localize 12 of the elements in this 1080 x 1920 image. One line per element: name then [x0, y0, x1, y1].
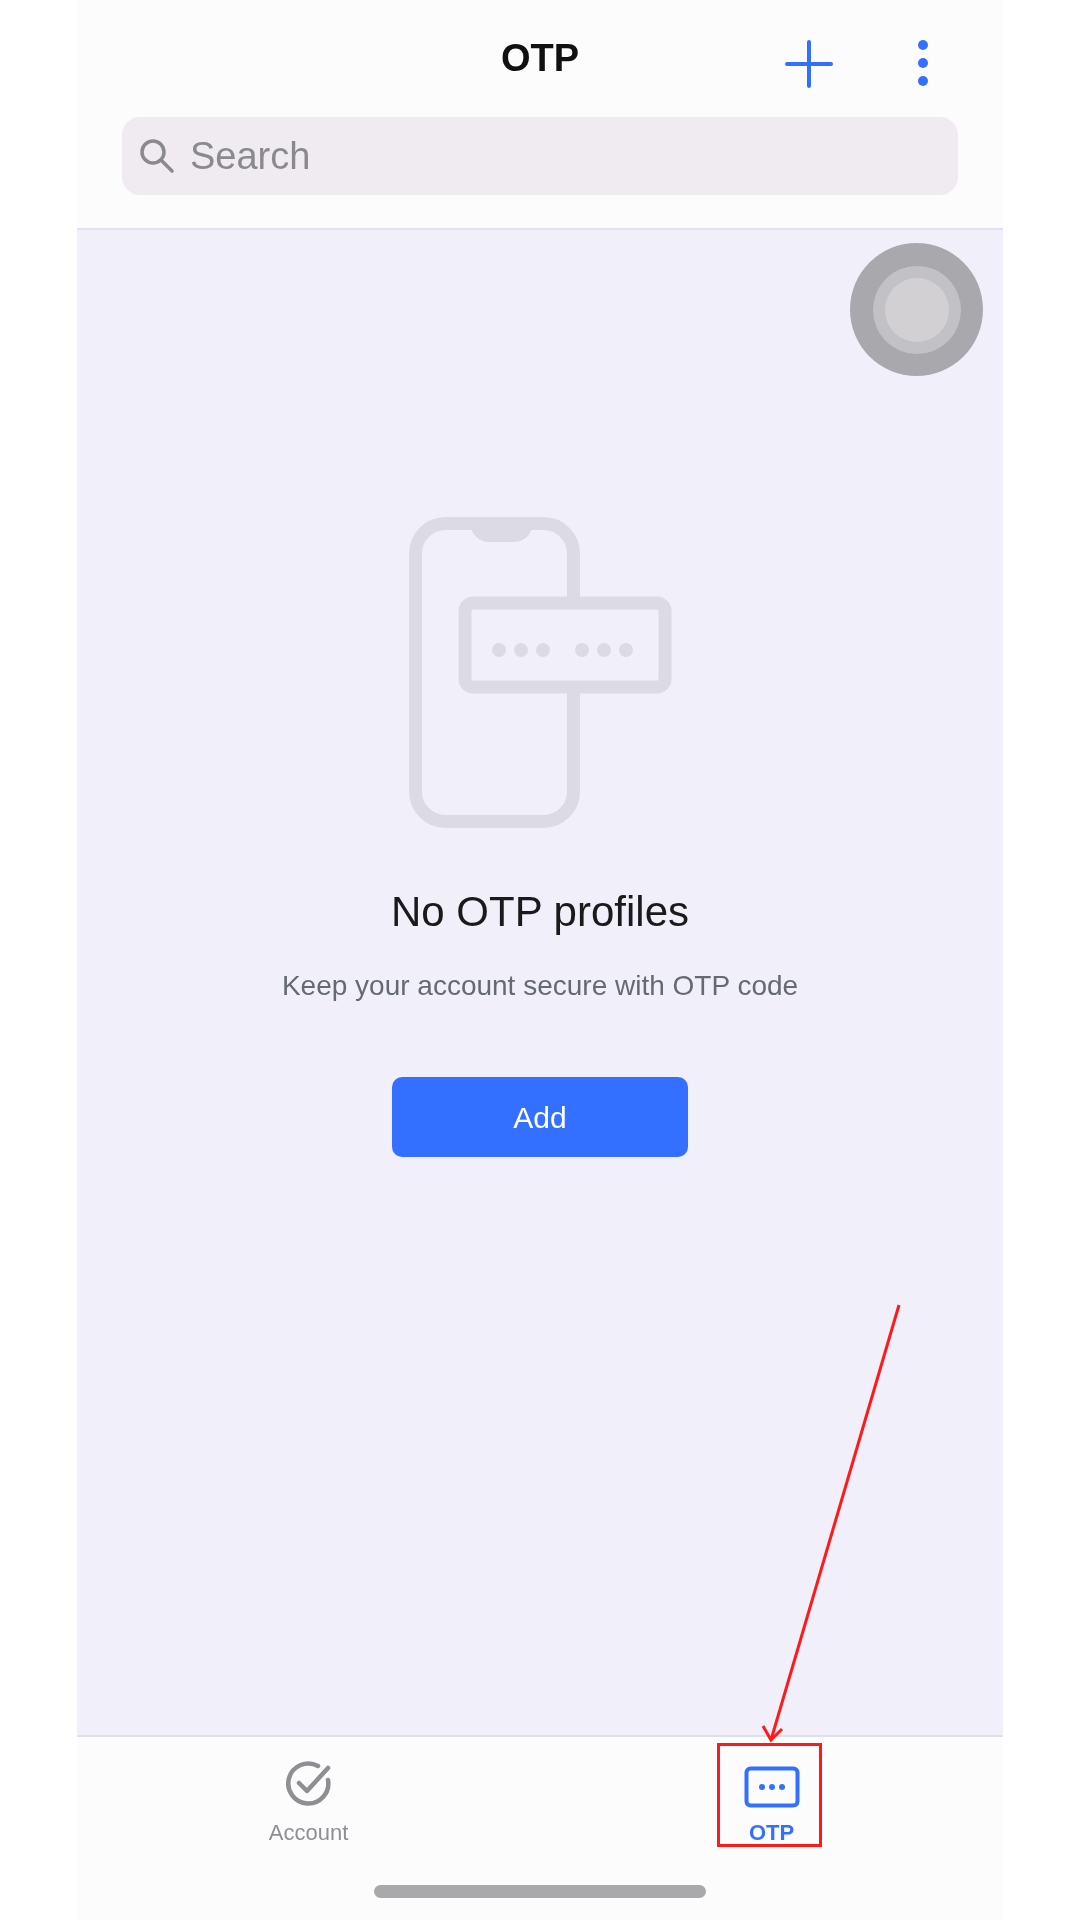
tab-item[interactable]: OTP — [540, 1737, 1003, 1857]
password-box-icon — [743, 1766, 800, 1808]
check-circle-icon — [283, 1758, 334, 1808]
add-button[interactable]: Add — [392, 1077, 688, 1157]
search-field[interactable]: Search — [122, 117, 958, 195]
empty-state-message: Keep your account secure with OTP code — [281, 969, 799, 1003]
empty-state-title: No OTP profiles — [391, 887, 689, 937]
add-icon[interactable] — [785, 40, 833, 88]
search-icon — [138, 137, 176, 175]
tab-item[interactable]: Account — [77, 1737, 540, 1857]
screen-title: OTP — [500, 36, 580, 81]
more-icon[interactable] — [917, 40, 929, 86]
